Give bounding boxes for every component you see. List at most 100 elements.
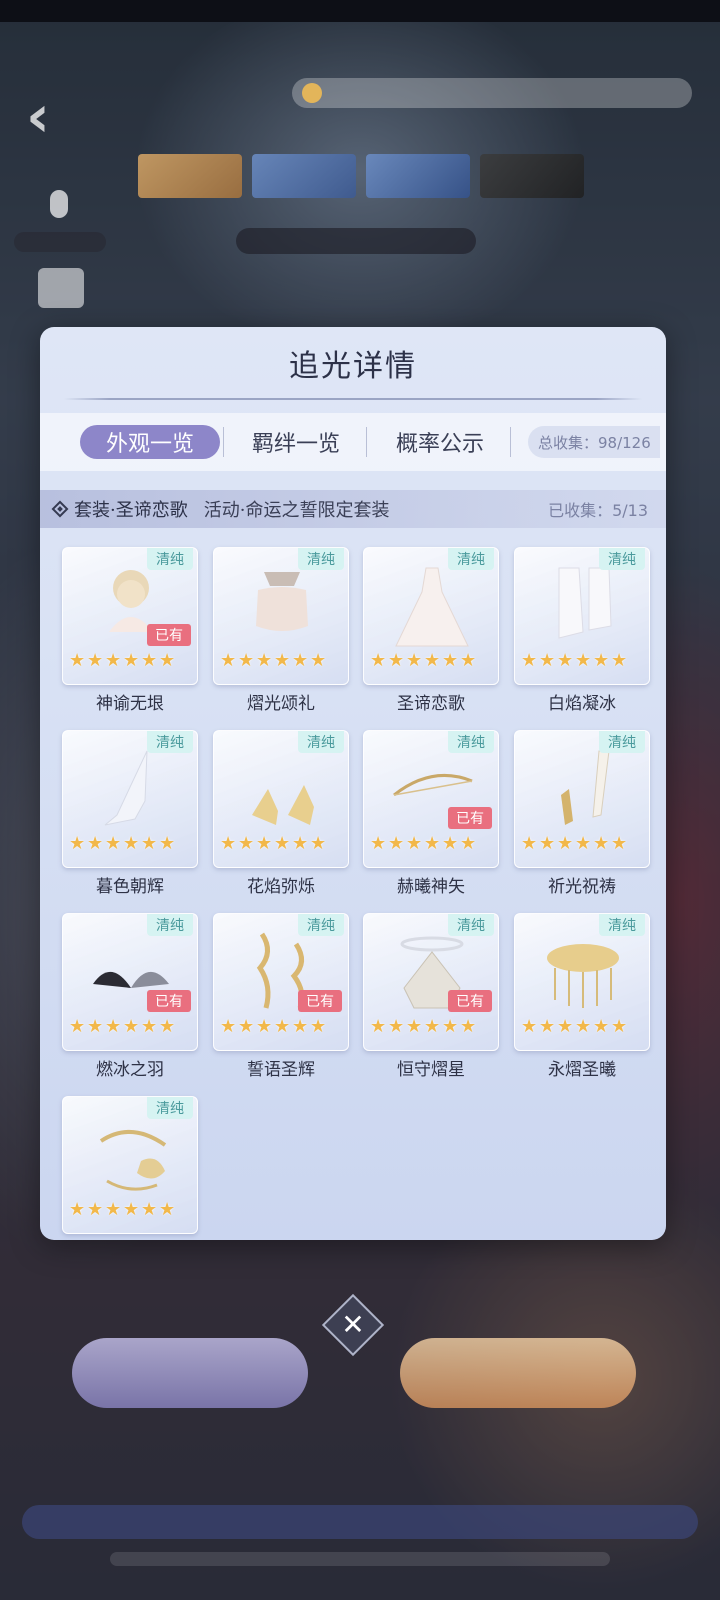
back-arrow-icon[interactable]: ‹ xyxy=(26,87,74,145)
rarity-stars: ★ ★ ★ ★ ★ ★ xyxy=(69,650,176,671)
item-name: 暮色朝辉 xyxy=(96,877,164,897)
owned-badge: 已有 xyxy=(448,990,492,1012)
item-card[interactable]: 清纯 已有 ★ ★ ★ ★ ★ ★ xyxy=(62,913,198,1051)
style-tag: 清纯 xyxy=(147,548,193,570)
item-name: 赫曦神矢 xyxy=(397,877,465,897)
banner-tab[interactable] xyxy=(138,154,242,198)
item-card[interactable]: 清纯 ★ ★ ★ ★ ★ ★ xyxy=(62,730,198,868)
set-collect-counter: 已收集：5/13 xyxy=(548,501,648,520)
star-icon: ★ xyxy=(274,833,291,854)
item-card[interactable]: 清纯 ★ ★ ★ ★ ★ ★ xyxy=(213,547,349,685)
diamond-icon xyxy=(51,500,69,518)
rarity-stars: ★ ★ ★ ★ ★ ★ xyxy=(220,650,327,671)
star-icon: ★ xyxy=(557,833,574,854)
star-icon: ★ xyxy=(87,1199,104,1220)
summon-once-button[interactable] xyxy=(72,1338,308,1408)
owned-badge: 已有 xyxy=(147,624,191,646)
style-tag: 清纯 xyxy=(147,731,193,753)
star-icon: ★ xyxy=(370,1016,387,1037)
set-source: 活动·命运之誓限定套装 xyxy=(203,500,390,521)
side-icon[interactable] xyxy=(38,268,84,308)
item-card[interactable]: 清纯 ★ ★ ★ ★ ★ ★ xyxy=(62,1096,198,1234)
star-icon: ★ xyxy=(370,833,387,854)
star-icon: ★ xyxy=(593,650,610,671)
star-icon: ★ xyxy=(593,833,610,854)
star-icon: ★ xyxy=(69,833,86,854)
style-tag: 清纯 xyxy=(147,1097,193,1119)
star-icon: ★ xyxy=(274,650,291,671)
item-card[interactable]: 清纯 ★ ★ ★ ★ ★ ★ xyxy=(514,547,650,685)
rarity-stars: ★ ★ ★ ★ ★ ★ xyxy=(370,650,477,671)
rarity-stars: ★ ★ ★ ★ ★ ★ xyxy=(521,833,628,854)
star-icon: ★ xyxy=(105,1199,122,1220)
star-icon: ★ xyxy=(460,1016,477,1037)
item-name: 花焰弥烁 xyxy=(247,877,315,897)
star-icon: ★ xyxy=(274,1016,291,1037)
item-card[interactable]: 清纯已有 ★ ★ ★ ★ ★ ★ xyxy=(62,547,198,685)
star-icon: ★ xyxy=(575,833,592,854)
tab-appearance[interactable]: 外观一览 xyxy=(80,425,220,459)
item-name: 神谕无垠 xyxy=(96,694,164,714)
status-bar xyxy=(0,0,720,22)
star-icon: ★ xyxy=(539,833,556,854)
item-image xyxy=(87,745,175,831)
style-tag: 清纯 xyxy=(448,914,494,936)
star-icon: ★ xyxy=(238,833,255,854)
banner-tab[interactable] xyxy=(366,154,470,198)
tab-divider xyxy=(366,427,367,457)
side-icon[interactable] xyxy=(14,186,106,252)
star-icon: ★ xyxy=(87,833,104,854)
set-name: 套装·圣谛恋歌 xyxy=(74,500,188,521)
total-collect-counter: 总收集：98/126 xyxy=(528,426,660,458)
tab-probability[interactable]: 概率公示 xyxy=(370,425,510,459)
item-card[interactable]: 清纯 ★ ★ ★ ★ ★ ★ xyxy=(514,730,650,868)
star-icon: ★ xyxy=(159,1016,176,1037)
star-icon: ★ xyxy=(220,833,237,854)
star-icon: ★ xyxy=(256,833,273,854)
star-icon: ★ xyxy=(238,1016,255,1037)
star-icon: ★ xyxy=(460,650,477,671)
banner-tab[interactable] xyxy=(252,154,356,198)
star-icon: ★ xyxy=(105,833,122,854)
item-card[interactable]: 清纯 已有 ★ ★ ★ ★ ★ ★ xyxy=(363,913,499,1051)
item-image xyxy=(238,745,326,831)
item-card[interactable]: 清纯 已有 ★ ★ ★ ★ ★ ★ xyxy=(363,730,499,868)
bottom-notice xyxy=(22,1505,698,1539)
item-image xyxy=(539,928,627,1014)
star-icon: ★ xyxy=(406,833,423,854)
star-icon: ★ xyxy=(310,1016,327,1037)
star-icon: ★ xyxy=(388,650,405,671)
star-icon: ★ xyxy=(292,833,309,854)
star-icon: ★ xyxy=(141,1199,158,1220)
item-image xyxy=(388,562,476,648)
item-image xyxy=(238,562,326,648)
banner-tab[interactable] xyxy=(480,154,584,198)
star-icon: ★ xyxy=(87,1016,104,1037)
style-tag: 清纯 xyxy=(298,914,344,936)
star-icon: ★ xyxy=(105,1016,122,1037)
summon-ten-button[interactable] xyxy=(400,1338,636,1408)
rarity-stars: ★ ★ ★ ★ ★ ★ xyxy=(370,1016,477,1037)
item-card[interactable]: 清纯 ★ ★ ★ ★ ★ ★ xyxy=(213,730,349,868)
item-card[interactable]: 清纯 ★ ★ ★ ★ ★ ★ xyxy=(363,547,499,685)
star-icon: ★ xyxy=(256,1016,273,1037)
rarity-stars: ★ ★ ★ ★ ★ ★ xyxy=(69,833,176,854)
tab-bond[interactable]: 羁绊一览 xyxy=(226,425,366,459)
item-card[interactable]: 清纯 已有 ★ ★ ★ ★ ★ ★ xyxy=(213,913,349,1051)
star-icon: ★ xyxy=(123,1016,140,1037)
item-image xyxy=(539,745,627,831)
star-icon: ★ xyxy=(310,833,327,854)
owned-badge: 已有 xyxy=(147,990,191,1012)
item-card[interactable]: 清纯 ★ ★ ★ ★ ★ ★ xyxy=(514,913,650,1051)
star-icon: ★ xyxy=(521,1016,538,1037)
star-icon: ★ xyxy=(123,833,140,854)
star-icon: ★ xyxy=(105,650,122,671)
item-name: 祈光祝祷 xyxy=(548,877,616,897)
item-name: 誓语圣辉 xyxy=(247,1060,315,1080)
star-icon: ★ xyxy=(406,1016,423,1037)
currency-bar xyxy=(292,78,692,108)
star-icon: ★ xyxy=(557,1016,574,1037)
item-name: 圣谛恋歌 xyxy=(397,694,465,714)
star-icon: ★ xyxy=(123,650,140,671)
bottom-fine-print xyxy=(110,1552,610,1566)
